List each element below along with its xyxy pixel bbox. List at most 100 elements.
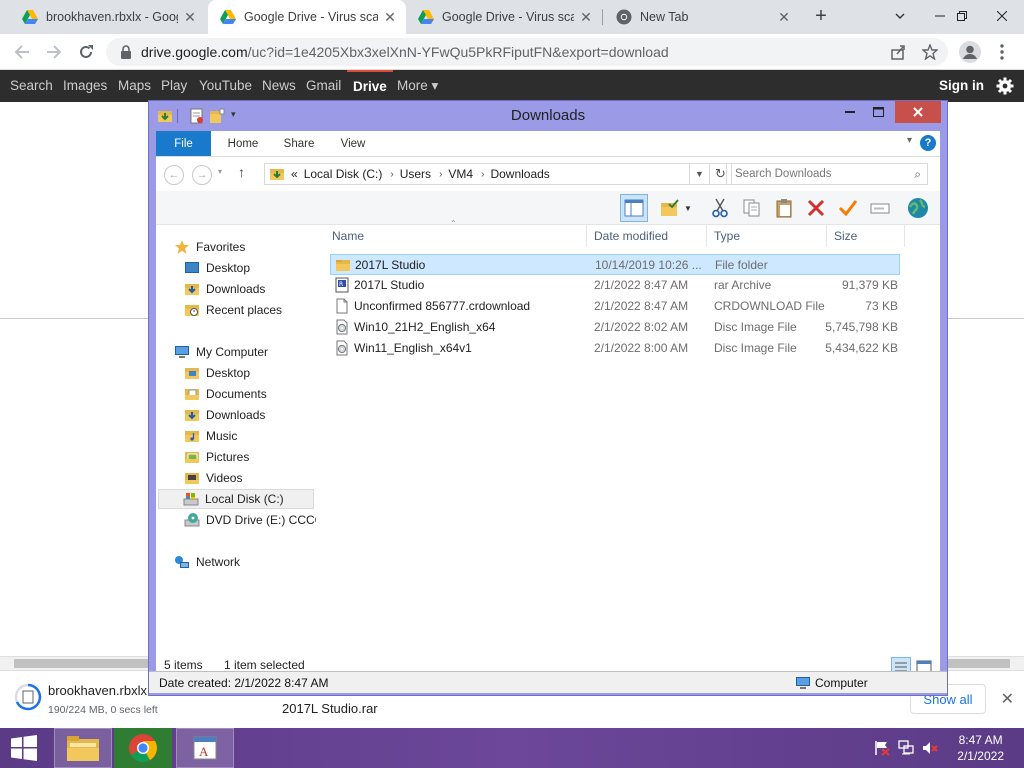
internet-button[interactable] bbox=[904, 194, 932, 222]
taskbar-wordpad[interactable]: A bbox=[176, 728, 234, 768]
share-button[interactable] bbox=[886, 40, 910, 64]
close-icon[interactable]: ✕ bbox=[776, 9, 792, 26]
breadcrumb-separator[interactable]: › bbox=[390, 169, 393, 180]
rename-button[interactable] bbox=[866, 194, 894, 222]
breadcrumb-local-disk[interactable]: Local Disk (C:) bbox=[304, 167, 383, 181]
address-bar[interactable]: « Local Disk (C:) › Users › VM4 › Downlo… bbox=[264, 163, 690, 185]
breadcrumb-users[interactable]: Users bbox=[400, 167, 431, 181]
copy-button[interactable] bbox=[738, 194, 766, 222]
start-button[interactable] bbox=[0, 728, 48, 768]
search-input[interactable]: Search Downloads ⌕ bbox=[726, 163, 928, 185]
bookmark-button[interactable] bbox=[918, 40, 942, 64]
browser-tab-1[interactable]: brookhaven.rbxlx - Goog ✕ bbox=[10, 0, 206, 34]
maximize-button[interactable] bbox=[865, 103, 891, 121]
column-divider[interactable] bbox=[826, 225, 827, 247]
close-icon[interactable]: ✕ bbox=[382, 9, 398, 26]
nav-local-disk[interactable]: Local Disk (C:) bbox=[158, 489, 314, 509]
tab-search-button[interactable] bbox=[878, 0, 922, 32]
browser-tab-2[interactable]: Google Drive - Virus scan ✕ bbox=[208, 0, 406, 34]
system-clock[interactable]: 8:47 AM 2/1/2022 bbox=[957, 732, 1004, 764]
nav-videos[interactable]: Videos bbox=[184, 468, 344, 488]
network-icon[interactable] bbox=[898, 740, 914, 756]
close-icon[interactable]: ✕ bbox=[578, 9, 594, 26]
nav-my-computer[interactable]: My Computer bbox=[174, 342, 334, 362]
gbar-youtube[interactable]: YouTube bbox=[199, 70, 252, 102]
breadcrumb-separator[interactable]: › bbox=[439, 169, 442, 180]
column-type[interactable]: Type bbox=[714, 229, 740, 243]
expand-ribbon-icon[interactable]: ▾ bbox=[907, 135, 912, 146]
nav-fav-recent-places[interactable]: Recent places bbox=[184, 300, 344, 320]
nav-fav-downloads[interactable]: Downloads bbox=[184, 279, 344, 299]
column-divider[interactable] bbox=[904, 225, 905, 247]
nav-downloads[interactable]: Downloads bbox=[184, 405, 344, 425]
gbar-gmail[interactable]: Gmail bbox=[306, 70, 341, 102]
back-button[interactable] bbox=[10, 40, 34, 64]
tab-share[interactable]: Share bbox=[274, 131, 324, 156]
new-tab-button[interactable]: + bbox=[810, 6, 832, 28]
nav-music[interactable]: Music bbox=[184, 426, 344, 446]
organize-button[interactable]: ▼ bbox=[656, 194, 696, 222]
volume-muted-icon[interactable] bbox=[922, 740, 938, 756]
breadcrumb-separator[interactable]: › bbox=[481, 169, 484, 180]
address-dropdown-button[interactable]: ▼ bbox=[690, 163, 710, 185]
minimize-button[interactable] bbox=[837, 103, 863, 121]
column-size[interactable]: Size bbox=[834, 229, 857, 243]
nav-desktop[interactable]: Desktop bbox=[184, 363, 344, 383]
gbar-drive[interactable]: Drive bbox=[347, 70, 393, 102]
forward-button[interactable] bbox=[42, 40, 66, 64]
paste-button[interactable] bbox=[770, 194, 798, 222]
up-arrow-icon[interactable]: ↑ bbox=[238, 164, 245, 180]
browser-tab-3[interactable]: Google Drive - Virus scan ✕ bbox=[406, 0, 602, 34]
gear-icon[interactable] bbox=[996, 77, 1014, 95]
tab-home[interactable]: Home bbox=[218, 131, 268, 156]
select-button[interactable] bbox=[834, 194, 862, 222]
close-window-button[interactable] bbox=[980, 0, 1024, 32]
gbar-play[interactable]: Play bbox=[161, 70, 187, 102]
column-divider[interactable] bbox=[706, 225, 707, 247]
forward-button[interactable]: → bbox=[192, 165, 212, 185]
nav-dvd-drive[interactable]: DVD Drive (E:) CCCC bbox=[184, 510, 316, 530]
file-row[interactable]: Win11_English_x64v1 2/1/2022 8:00 AM Dis… bbox=[330, 338, 900, 359]
gbar-more[interactable]: More ▾ bbox=[397, 70, 438, 102]
tab-view[interactable]: View bbox=[330, 131, 376, 156]
taskbar-file-explorer[interactable] bbox=[54, 728, 112, 768]
breadcrumb-overflow[interactable]: « bbox=[291, 167, 298, 181]
file-row[interactable]: Unconfirmed 856777.crdownload 2/1/2022 8… bbox=[330, 296, 900, 317]
file-row[interactable]: R 2017L Studio 2/1/2022 8:47 AM rar Arch… bbox=[330, 275, 900, 296]
gbar-news[interactable]: News bbox=[262, 70, 296, 102]
back-button[interactable]: ← bbox=[164, 165, 184, 185]
action-center-flag-icon[interactable] bbox=[874, 740, 890, 756]
breadcrumb-downloads[interactable]: Downloads bbox=[490, 167, 549, 181]
nav-network[interactable]: Network bbox=[174, 552, 334, 572]
column-date-modified[interactable]: Date modified bbox=[594, 229, 668, 243]
address-bar[interactable]: drive.google.com/uc?id=1e4205Xbx3xelXnN-… bbox=[106, 38, 948, 66]
menu-button[interactable] bbox=[990, 40, 1014, 64]
profile-avatar[interactable] bbox=[958, 40, 982, 64]
gbar-maps[interactable]: Maps bbox=[118, 70, 151, 102]
cut-button[interactable] bbox=[706, 194, 734, 222]
column-name[interactable]: Name bbox=[332, 229, 364, 243]
help-button[interactable]: ? bbox=[920, 135, 936, 151]
gbar-search[interactable]: Search bbox=[10, 70, 53, 102]
nav-pictures[interactable]: Pictures bbox=[184, 447, 344, 467]
recent-locations-icon[interactable]: ▾ bbox=[218, 167, 222, 176]
close-icon[interactable]: ✕ bbox=[1001, 689, 1014, 709]
nav-documents[interactable]: Documents bbox=[184, 384, 344, 404]
sign-in-link[interactable]: Sign in bbox=[939, 70, 984, 102]
close-icon[interactable]: ✕ bbox=[182, 9, 198, 26]
gbar-images[interactable]: Images bbox=[63, 70, 107, 102]
reload-button[interactable] bbox=[74, 40, 98, 64]
preview-pane-button[interactable] bbox=[620, 194, 648, 222]
tab-file[interactable]: File bbox=[156, 131, 211, 156]
file-row[interactable]: Win10_21H2_English_x64 2/1/2022 8:02 AM … bbox=[330, 317, 900, 338]
delete-button[interactable] bbox=[802, 194, 830, 222]
file-row[interactable]: 2017L Studio 10/14/2019 10:26 ... File f… bbox=[330, 254, 900, 275]
restore-button[interactable] bbox=[940, 0, 984, 32]
breadcrumb-vm4[interactable]: VM4 bbox=[448, 167, 473, 181]
nav-favorites[interactable]: Favorites bbox=[174, 237, 334, 257]
window-title-bar[interactable]: ▾ Downloads bbox=[149, 101, 947, 131]
taskbar-chrome[interactable] bbox=[114, 728, 172, 768]
browser-tab-4[interactable]: New Tab ✕ bbox=[604, 0, 800, 34]
close-window-button[interactable] bbox=[895, 101, 941, 123]
column-divider[interactable] bbox=[586, 225, 587, 247]
